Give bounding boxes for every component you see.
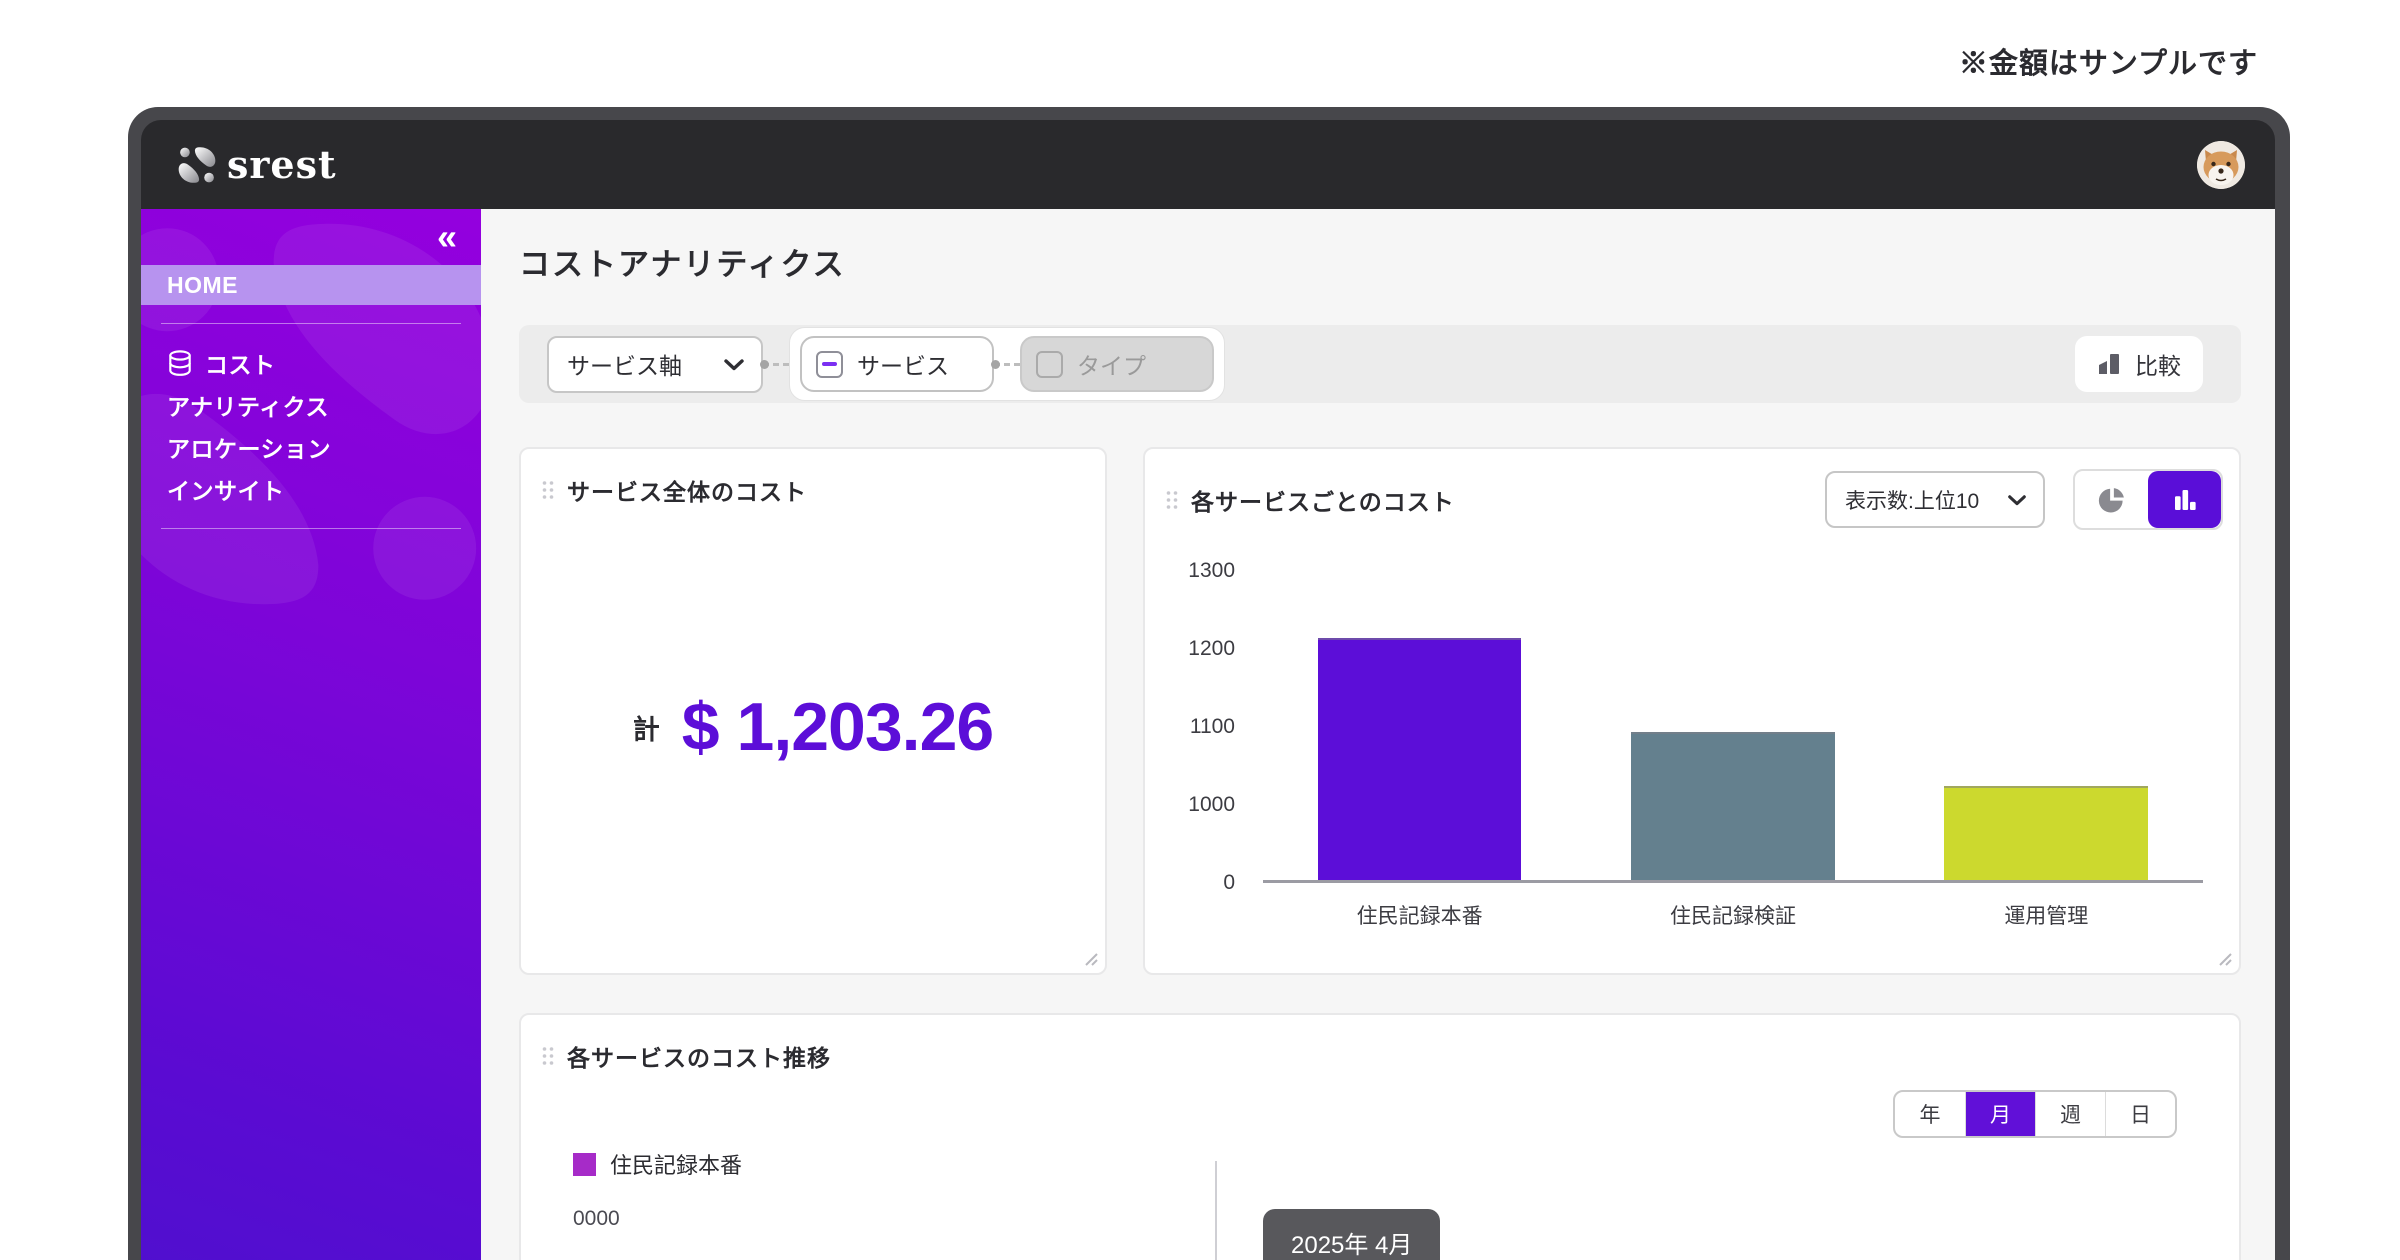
sidebar-item-insight[interactable]: インサイト	[141, 468, 481, 510]
app-body: « HOME コスト アナリティクス アロケーション インサイト コストアナリテ…	[141, 209, 2275, 1260]
period-year-button[interactable]: 年	[1895, 1092, 1965, 1136]
connector-line	[991, 359, 1020, 369]
resize-handle[interactable]	[1082, 950, 1098, 966]
trend-legend-label: 住民記録本番	[610, 1153, 743, 1178]
y-tick-label: 1000	[1188, 793, 1235, 816]
total-unit-label: 計	[632, 714, 660, 745]
trend-legend: 住民記録本番	[573, 1148, 742, 1180]
sidebar-collapse-button[interactable]: «	[437, 219, 457, 255]
type-checkbox[interactable]	[1036, 350, 1063, 378]
app-titlebar: srest	[141, 120, 2275, 209]
y-tick-label: 0	[1223, 871, 1235, 894]
sidebar-divider	[161, 528, 461, 529]
compare-button[interactable]: 比較	[2075, 336, 2203, 392]
srest-logo-icon	[178, 146, 216, 183]
cost-trend-card: 各サービスのコスト推移 年 月 週 日 住民記録本番 0000 2025年 4月	[519, 1013, 2241, 1260]
sample-disclaimer: ※金額はサンプルです	[1958, 48, 2258, 80]
total-cost-card: サービス全体のコスト 計 $ 1,203.26	[519, 447, 1107, 975]
bar-chart-icon	[2174, 489, 2196, 510]
user-avatar[interactable]	[2197, 140, 2245, 189]
service-dimension-chip[interactable]: サービス	[800, 336, 994, 392]
period-week-button[interactable]: 週	[2035, 1092, 2105, 1136]
trend-y-tick-label: 0000	[573, 1207, 620, 1230]
sidebar-item-cost[interactable]: コスト	[141, 342, 481, 384]
sidebar: « HOME コスト アナリティクス アロケーション インサイト	[141, 209, 481, 1260]
period-month-button[interactable]: 月	[1965, 1092, 2035, 1136]
sidebar-item-label: インサイト	[167, 478, 285, 504]
bar-chart-bars	[1263, 548, 2203, 883]
chart-type-toggle	[2073, 469, 2223, 530]
total-card-title: サービス全体のコスト	[567, 479, 807, 505]
main-content: コストアナリティクス サービス軸 サービス タイプ 比較 サービス全体のコスト …	[481, 209, 2275, 1260]
drag-handle-icon[interactable]	[541, 1046, 555, 1066]
display-count-select[interactable]: 表示数:上位10	[1825, 471, 2045, 528]
drag-handle-icon[interactable]	[541, 480, 555, 500]
axis-select-value: サービス軸	[567, 353, 682, 379]
bar-chart-xlabels: 住民記録本番 住民記録検証 運用管理	[1263, 900, 2203, 930]
app-window: srest « HOME コスト アナリティクス アロケーション インサイト コ…	[128, 107, 2290, 1260]
x-tick-label: 住民記録検証	[1669, 905, 1796, 928]
compare-button-label: 比較	[2135, 353, 2181, 379]
connector-line	[760, 359, 789, 369]
trend-card-title: 各サービスのコスト推移	[567, 1045, 831, 1071]
page-title: コストアナリティクス	[519, 247, 846, 282]
filter-bar: サービス軸 サービス タイプ 比較	[519, 325, 2241, 403]
y-tick-label: 1300	[1188, 559, 1235, 582]
service-checkbox[interactable]	[816, 350, 843, 378]
total-cost-value-block: 計 $ 1,203.26	[521, 507, 1105, 947]
y-tick-label: 1100	[1189, 715, 1235, 738]
x-tick-label: 住民記録本番	[1356, 905, 1483, 928]
resize-handle[interactable]	[2216, 950, 2232, 966]
total-cost-value: $ 1,203.26	[681, 689, 994, 765]
services-bar-plot: 0 1000 1100 1200 1300 住民記録本番 住民記録検証 運用管理	[1171, 548, 2209, 930]
avatar-dog-image	[2197, 140, 2245, 189]
pie-chart-toggle[interactable]	[2075, 471, 2148, 528]
chevron-down-icon	[2008, 494, 2026, 505]
cards-row: サービス全体のコスト 計 $ 1,203.26 各サービスごとのコスト 表示数:…	[519, 447, 2241, 975]
services-card-title: 各サービスごとのコスト	[1191, 488, 1455, 515]
bar-3[interactable]	[1944, 786, 2149, 880]
compare-bars-icon	[2099, 354, 2119, 374]
sidebar-item-home[interactable]: HOME	[141, 265, 481, 305]
display-count-value: 表示数:上位10	[1845, 489, 1980, 513]
sidebar-item-analytics[interactable]: アナリティクス	[141, 384, 481, 426]
sidebar-item-label: コスト	[205, 352, 276, 378]
y-tick-label: 1200	[1188, 637, 1235, 660]
trend-legend-swatch	[573, 1152, 596, 1176]
brand-name: srest	[227, 142, 337, 187]
bar-1[interactable]	[1317, 638, 1522, 880]
pie-chart-icon	[2098, 487, 2124, 512]
brand-logo: srest	[175, 142, 337, 187]
database-icon	[169, 350, 191, 376]
trend-tooltip: 2025年 4月	[1263, 1209, 1441, 1260]
bar-2[interactable]	[1631, 732, 1835, 880]
bar-chart-toggle[interactable]	[2148, 471, 2221, 528]
sidebar-item-label: アナリティクス	[167, 394, 329, 420]
drag-handle-icon[interactable]	[1165, 490, 1179, 510]
type-chip-label: タイプ	[1077, 353, 1146, 379]
trend-crosshair-line	[1215, 1161, 1217, 1260]
services-cost-card: 各サービスごとのコスト 表示数:上位10 0 1000 1100 1200 13…	[1143, 447, 2241, 975]
axis-select[interactable]: サービス軸	[547, 335, 763, 393]
x-tick-label: 運用管理	[2004, 905, 2089, 928]
period-day-button[interactable]: 日	[2105, 1092, 2175, 1136]
service-chip-label: サービス	[857, 353, 949, 379]
sidebar-item-allocation[interactable]: アロケーション	[141, 426, 481, 468]
dimension-chip-group: サービス タイプ	[789, 327, 1225, 401]
sidebar-divider	[161, 323, 461, 324]
period-toggle: 年 月 週 日	[1893, 1090, 2177, 1138]
chevron-down-icon	[724, 358, 744, 370]
sidebar-item-label: アロケーション	[167, 436, 332, 462]
type-dimension-chip[interactable]: タイプ	[1020, 336, 1214, 392]
